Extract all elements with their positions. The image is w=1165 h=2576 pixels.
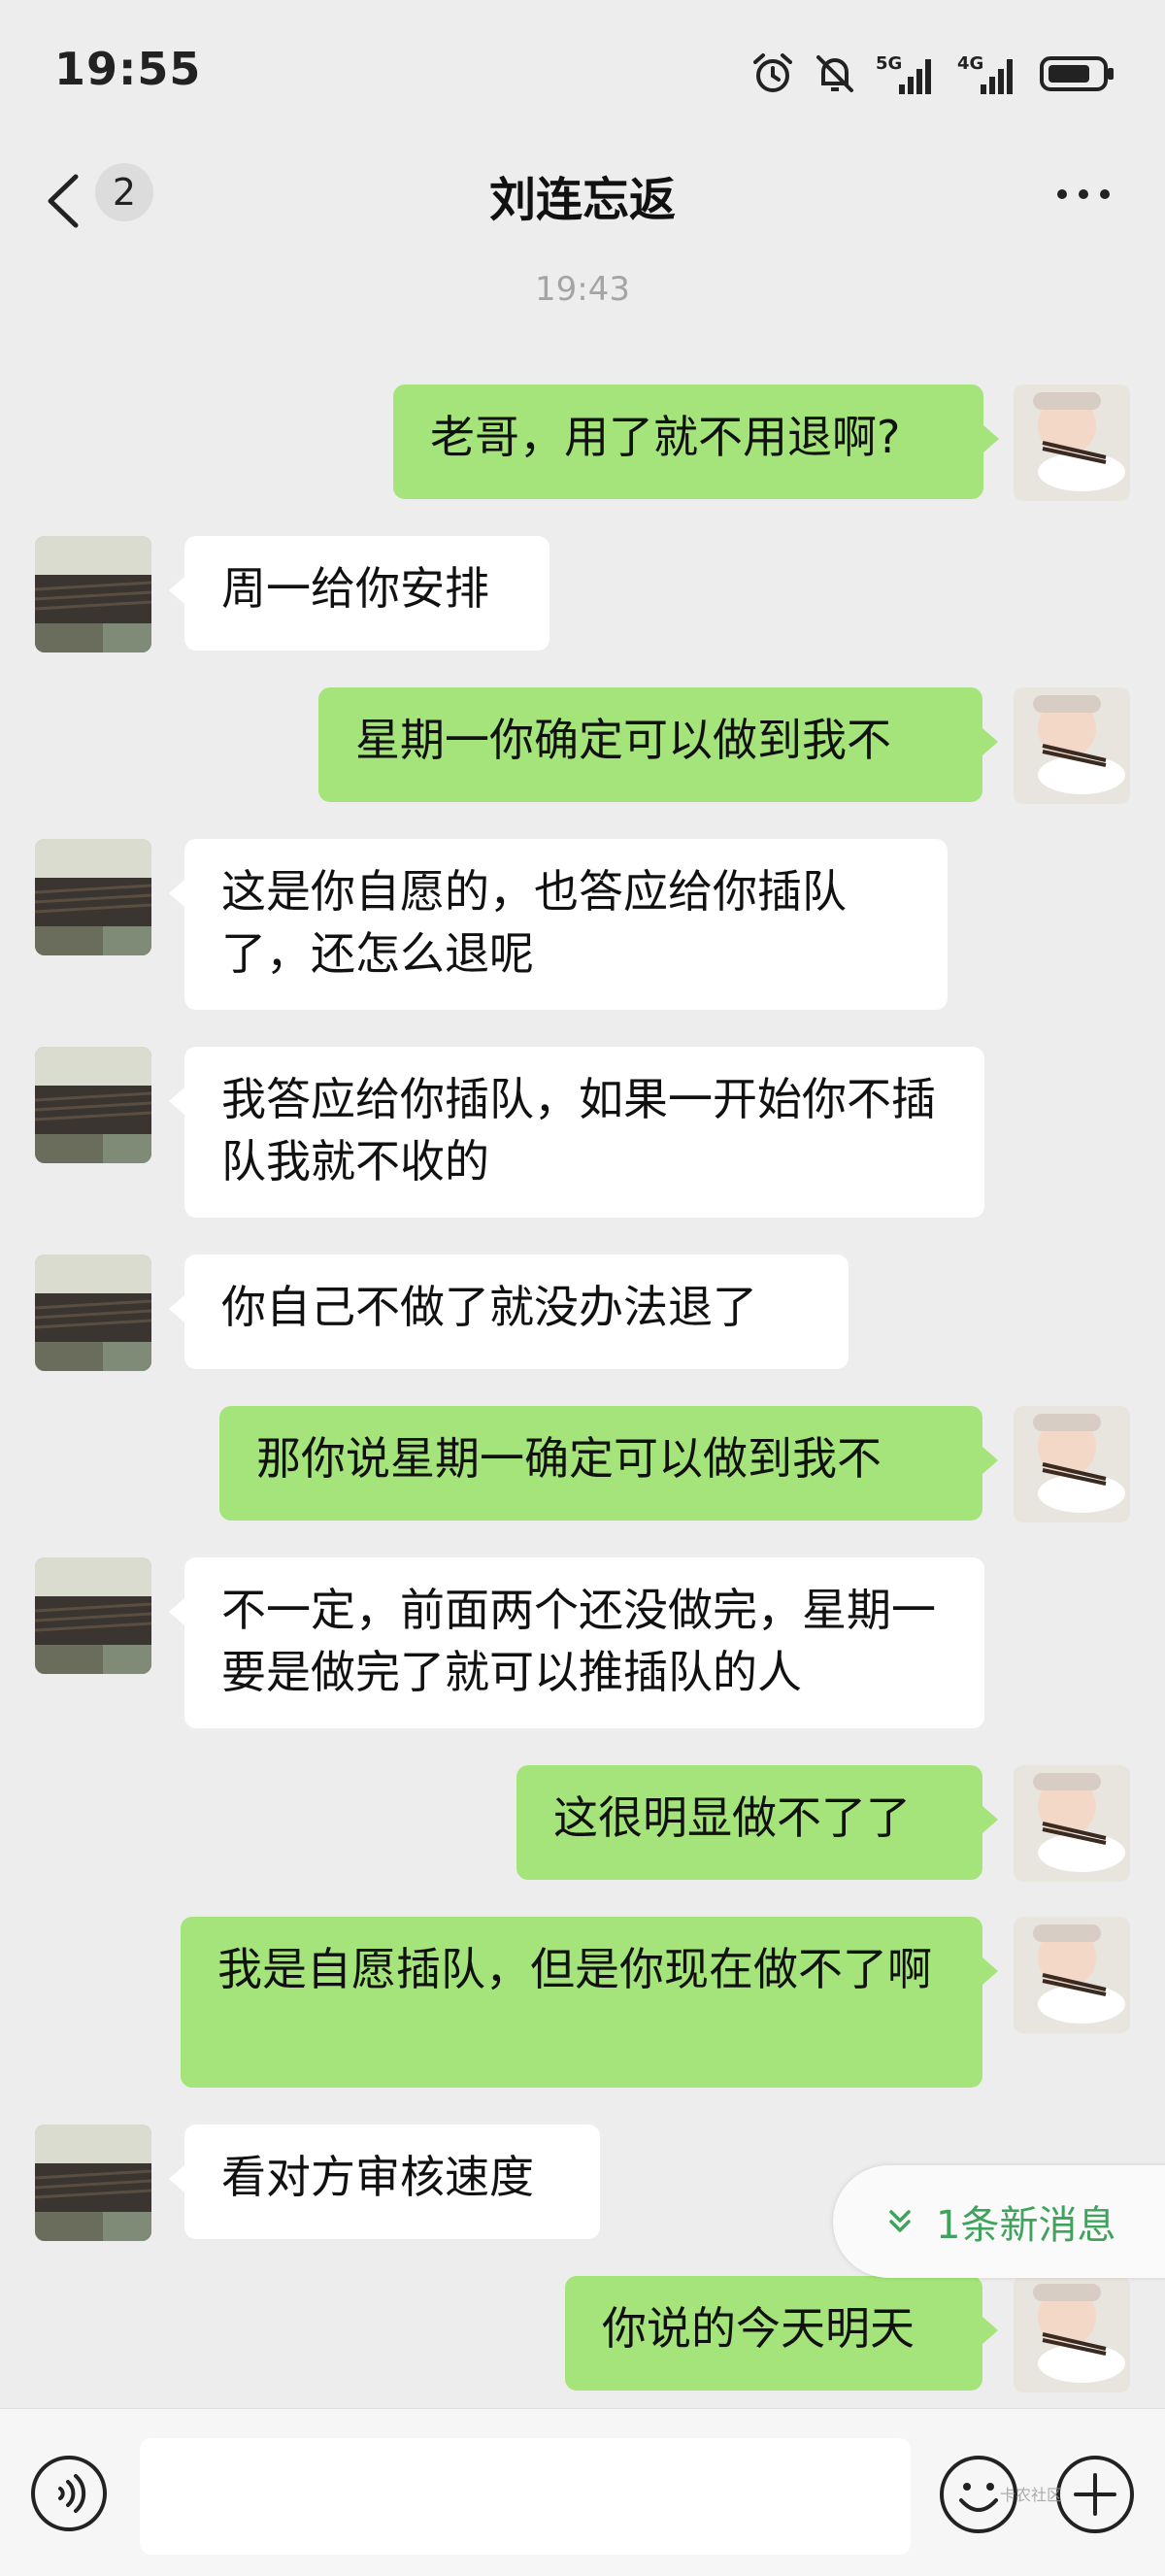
contact-avatar[interactable]: [35, 536, 151, 652]
incoming-message[interactable]: 看对方审核速度: [169, 2124, 600, 2239]
plus-icon[interactable]: [1054, 2454, 1136, 2535]
message-text: 看对方审核速度: [221, 2151, 534, 2203]
contact-avatar[interactable]: [35, 1255, 151, 1371]
self-avatar[interactable]: [1014, 2276, 1130, 2392]
incoming-message[interactable]: 你自己不做了就没办法退了: [169, 1255, 849, 1369]
contact-avatar[interactable]: [35, 1047, 151, 1163]
self-avatar[interactable]: [1014, 385, 1130, 501]
message-text: 这很明显做不了了: [553, 1791, 911, 1844]
outgoing-message[interactable]: 我是自愿插队，但是你现在做不了啊: [181, 1917, 998, 2088]
status-time: 19:55: [54, 43, 202, 95]
outgoing-message[interactable]: 星期一你确定可以做到我不: [318, 687, 998, 802]
self-avatar[interactable]: [1014, 1917, 1130, 2033]
message-input[interactable]: [140, 2438, 911, 2555]
message-text: 我是自愿插队，但是你现在做不了啊: [217, 1943, 932, 1995]
status-icons: 5G 4G: [751, 49, 1116, 99]
outgoing-message[interactable]: 老哥，用了就不用退啊?: [393, 385, 999, 499]
signal-5g-icon: 5G: [876, 53, 931, 94]
incoming-message[interactable]: 这是你自愿的，也答应给你插队了，还怎么退呢: [169, 839, 948, 1010]
contact-avatar[interactable]: [35, 839, 151, 955]
message-timestamp: 19:43: [535, 270, 630, 309]
chat-title: 刘连忘返: [488, 173, 676, 227]
outgoing-message[interactable]: 你说的今天明天: [565, 2276, 998, 2391]
message-text: 不一定，前面两个还没做完，星期一要是做完了就可以推插队的人: [221, 1584, 936, 1698]
message-text: 那你说星期一确定可以做到我不: [256, 1432, 882, 1485]
message-text: 我答应给你插队，如果一开始你不插队我就不收的: [221, 1073, 936, 1188]
self-avatar[interactable]: [1014, 1765, 1130, 1882]
message-text: 周一给你安排: [221, 562, 489, 615]
alarm-icon: [753, 53, 792, 92]
outgoing-message[interactable]: 这很明显做不了了: [516, 1765, 998, 1880]
message-text: 这是你自愿的，也答应给你插队了，还怎么退呢: [221, 865, 847, 980]
contact-avatar[interactable]: [35, 1557, 151, 1674]
watermark-text: 卡农社区: [1000, 2486, 1063, 2504]
incoming-message[interactable]: 我答应给你插队，如果一开始你不插队我就不收的: [169, 1047, 984, 1218]
voice-input-icon[interactable]: [29, 2454, 109, 2533]
input-bar: [0, 2408, 1165, 2576]
new-messages-button[interactable]: 1条新消息: [833, 2165, 1165, 2278]
incoming-message[interactable]: 周一给你安排: [169, 536, 549, 651]
message-text: 你自己不做了就没办法退了: [221, 1281, 757, 1333]
message-text: 你说的今天明天: [602, 2302, 915, 2355]
outgoing-message[interactable]: 那你说星期一确定可以做到我不: [219, 1406, 998, 1521]
self-avatar[interactable]: [1014, 687, 1130, 804]
network-label-1: 5G: [876, 53, 902, 74]
double-chevron-down-icon: [889, 2210, 911, 2232]
self-avatar[interactable]: [1014, 1406, 1130, 1522]
battery-icon: [1040, 56, 1114, 91]
network-label-2: 4G: [957, 53, 983, 74]
contact-avatar[interactable]: [35, 2124, 151, 2241]
mute-bell-icon: [816, 55, 853, 92]
signal-4g-icon: 4G: [957, 53, 1013, 94]
incoming-message[interactable]: 不一定，前面两个还没做完，星期一要是做完了就可以推插队的人: [169, 1557, 984, 1728]
message-text: 星期一你确定可以做到我不: [355, 714, 891, 766]
more-options-icon[interactable]: [1054, 186, 1113, 202]
message-text: 老哥，用了就不用退啊?: [430, 411, 901, 463]
new-messages-label: 1条新消息: [936, 2203, 1116, 2248]
status-bar: 19:55 5G 4G: [0, 0, 1165, 146]
